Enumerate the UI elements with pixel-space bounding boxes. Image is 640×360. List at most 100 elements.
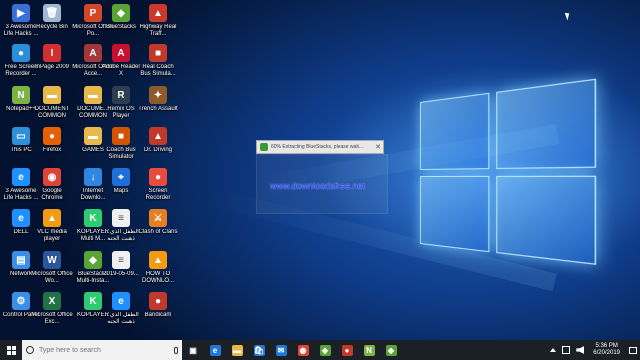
clock-time: 5:36 PM: [595, 343, 617, 350]
desktop-icon[interactable]: ▲ Highway Real Traff...: [137, 3, 179, 43]
desktop-icon[interactable]: I InPage 2009: [31, 43, 73, 83]
desktop-icon[interactable]: ≡ الطفل الذي ... ذهبت الجنه: [100, 208, 142, 248]
task-view-icon: ▣: [188, 345, 199, 356]
mouse-cursor-icon: [565, 12, 571, 21]
desktop-icon[interactable]: 🗑 Recycle Bin: [31, 3, 73, 43]
ie-file-icon: e: [12, 168, 30, 186]
desktop-icon-label: Remix OS Player: [100, 106, 142, 120]
desktop-icon-label: Coach Bus Simulator: [100, 147, 142, 161]
inpage-icon: I: [43, 44, 61, 62]
desktop-icon[interactable]: ▲ VLC media player: [31, 208, 73, 248]
desktop-icon-label: Clash of Clans: [137, 229, 179, 236]
volume-icon[interactable]: [576, 346, 584, 354]
search-input[interactable]: [39, 347, 174, 354]
taskbar-notepad-plus-plus-button[interactable]: N: [358, 340, 380, 360]
notification-icon: [629, 347, 637, 354]
windows-icon: [7, 346, 16, 355]
bluestacks-icon: ◆: [320, 345, 331, 356]
desktop-icon[interactable]: ◆ BlueStacks: [100, 3, 142, 43]
desktop-icon[interactable]: ● Bandicam: [137, 291, 179, 331]
taskbar-task-view-button[interactable]: ▣: [182, 340, 204, 360]
bluestacks-installer-icon: ◆: [386, 345, 397, 356]
taskbar-mail-button[interactable]: ✉: [270, 340, 292, 360]
adobe-reader-icon: A: [112, 44, 130, 62]
screen-recorder-icon: ●: [12, 44, 30, 62]
taskbar-bluestacks-installer-button[interactable]: ◆: [380, 340, 402, 360]
extraction-progress-window[interactable]: 60% Extracting BlueStacks, please wait..…: [256, 140, 384, 154]
desktop[interactable]: ▶ 3 Awesome Life Hacks ... 🗑 Recycle Bin P Mi…: [0, 0, 640, 340]
network-icon[interactable]: [562, 346, 570, 354]
clock[interactable]: 5:36 PM 6/20/2019: [593, 343, 620, 357]
desktop-icon[interactable]: ■ Coach Bus Simulator: [100, 126, 142, 166]
desktop-icon-label: Google Chrome: [31, 188, 73, 202]
clock-date: 6/20/2019: [593, 350, 620, 357]
desktop-icon[interactable]: e الطفل الذي ... ذهبت الجنه: [100, 291, 142, 331]
game-icon: ⚔: [149, 209, 167, 227]
desktop-icon-label: Trench Assault: [137, 106, 179, 113]
desktop-icon-label: BlueStacks: [100, 24, 142, 31]
desktop-icon-label: Adobe Reader X: [100, 64, 142, 78]
desktop-icon-label: InPage 2009: [31, 64, 73, 71]
desktop-icon[interactable]: X Microsoft Office Exc...: [31, 291, 73, 331]
vlc-file-icon: ▲: [149, 251, 167, 269]
file-explorer-icon: ▬: [232, 345, 243, 356]
bus-game-icon: ■: [112, 127, 130, 145]
desktop-icon-label: Dr. Driving: [137, 147, 179, 154]
search-box[interactable]: [22, 340, 182, 360]
ie-file-icon: e: [12, 209, 30, 227]
desktop-icon[interactable]: R Remix OS Player: [100, 85, 142, 125]
desktop-icon[interactable]: W Microsoft Office Wo...: [31, 250, 73, 290]
desktop-icon-label: Screen Recorder: [137, 188, 179, 202]
desktop-icon[interactable]: ✦ Trench Assault: [137, 85, 179, 125]
desktop-icon-label: Maps: [100, 188, 142, 195]
desktop-icon-label: Real Coach Bus Simula...: [137, 64, 179, 78]
screen-recorder-icon: ●: [149, 168, 167, 186]
chrome-icon: ◉: [298, 345, 309, 356]
desktop-icon[interactable]: ● Screen Recorder: [137, 167, 179, 207]
taskbar-apps: ▣ e ▬ 🛍 ✉ ◉ ◆ ● N ◆: [182, 340, 402, 360]
network-icon: ▤: [12, 251, 30, 269]
taskbar-bluestacks-button[interactable]: ◆: [314, 340, 336, 360]
progress-text: 60% Extracting BlueStacks, please wait..…: [271, 144, 373, 150]
word-icon: W: [43, 251, 61, 269]
desktop-icon[interactable]: ≡ 2019-05-09...: [100, 250, 142, 290]
desktop-icon[interactable]: ⌖ Maps: [100, 167, 142, 207]
remix-os-icon: R: [112, 86, 130, 104]
desktop-icon[interactable]: ⚔ Clash of Clans: [137, 208, 179, 248]
desktop-icon[interactable]: A Adobe Reader X: [100, 43, 142, 83]
desktop-icon[interactable]: ▲ HOW TO DOWNLO...: [137, 250, 179, 290]
taskbar: ▣ e ▬ 🛍✉ ◉ ◆ ● N ◆ 5:36 PM 6/20/2019: [0, 340, 640, 360]
desktop-icon[interactable]: ▬ DOCUMENT COMMON: [31, 85, 73, 125]
taskbar-store-button[interactable]: 🛍: [248, 340, 270, 360]
desktop-icon[interactable]: ● Firefox: [31, 126, 73, 166]
maps-icon: ⌖: [112, 168, 130, 186]
taskbar-file-explorer-button[interactable]: ▬: [226, 340, 248, 360]
desktop-icon[interactable]: ◉ Google Chrome: [31, 167, 73, 207]
close-button[interactable]: ✕: [373, 143, 383, 151]
notepad-plus-plus-icon: N: [364, 345, 375, 356]
taskbar-bandicam-button[interactable]: ●: [336, 340, 358, 360]
chrome-icon: ◉: [43, 168, 61, 186]
video-file-icon: ▶: [12, 4, 30, 22]
taskbar-edge-button[interactable]: e: [204, 340, 226, 360]
this-pc-icon: ▭: [12, 127, 30, 145]
firefox-icon: ●: [43, 127, 61, 145]
chevron-up-icon[interactable]: [550, 348, 556, 352]
taskbar-chrome-button[interactable]: ◉: [292, 340, 314, 360]
excel-icon: X: [43, 292, 61, 310]
microphone-icon[interactable]: [174, 347, 178, 354]
start-button[interactable]: [0, 340, 22, 360]
windows-logo: [420, 77, 608, 277]
document-icon: ≡: [112, 251, 130, 269]
desktop-icon-label: HOW TO DOWNLO...: [137, 271, 179, 285]
notepad-plus-plus-icon: N: [12, 86, 30, 104]
bandicam-icon: ●: [149, 292, 167, 310]
desktop-icon[interactable]: ■ Real Coach Bus Simula...: [137, 43, 179, 83]
bandicam-icon: ●: [342, 345, 353, 356]
action-center-button[interactable]: [626, 340, 640, 360]
desktop-icon[interactable]: ▲ Dr. Driving: [137, 126, 179, 166]
watermark-text: www.downloadsfree.net: [270, 181, 365, 191]
desktop-icon-label: Bandicam: [137, 312, 179, 319]
vlc-icon: ▲: [43, 209, 61, 227]
game-icon: ▲: [149, 4, 167, 22]
